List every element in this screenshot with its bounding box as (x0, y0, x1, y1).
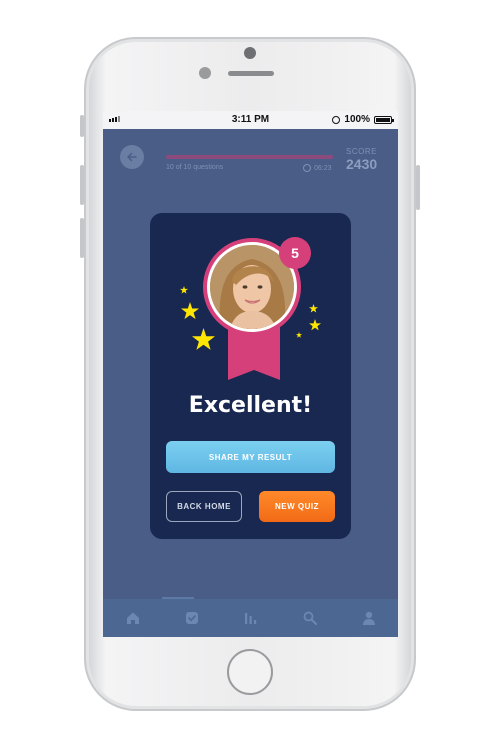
profile-icon (362, 611, 375, 625)
quiz-progress-fill (166, 155, 333, 159)
tab-stats[interactable] (221, 599, 280, 637)
share-result-button[interactable]: SHARE MY RESULT (166, 441, 335, 473)
arrow-left-icon (127, 152, 137, 162)
star-icon (296, 332, 302, 338)
tab-search[interactable] (280, 599, 339, 637)
star-icon (309, 319, 321, 331)
quiz-timer: 06:23 (303, 164, 332, 172)
score-value: 2430 (346, 156, 378, 172)
back-button[interactable] (120, 145, 144, 169)
power-button (416, 165, 420, 210)
battery-icon (374, 115, 394, 124)
tab-profile[interactable] (339, 599, 398, 637)
mute-switch (80, 115, 84, 137)
front-camera (199, 67, 211, 79)
quiz-progress-bar (166, 155, 333, 159)
status-right: 100% (332, 114, 394, 125)
volume-down-button (80, 218, 84, 258)
progress-text: 10 of 10 questions (166, 164, 224, 171)
earpiece-speaker (228, 71, 274, 76)
star-icon (309, 304, 318, 313)
timer-value: 06:23 (314, 164, 332, 172)
level-badge: 5 (279, 237, 311, 269)
home-icon (126, 612, 139, 624)
volume-up-button (80, 165, 84, 205)
result-title: Excellent! (188, 393, 313, 418)
search-icon (303, 611, 317, 625)
clock-icon (303, 164, 311, 172)
battery-percent: 100% (344, 114, 370, 125)
stats-icon (244, 613, 256, 624)
check-icon (185, 612, 198, 624)
star-icon (192, 328, 215, 350)
phone-home-button[interactable] (227, 649, 273, 695)
tab-bar (103, 599, 398, 637)
front-sensor (244, 47, 256, 59)
new-quiz-button[interactable]: NEW QUIZ (259, 491, 335, 522)
back-home-button[interactable]: BACK HOME (166, 491, 242, 522)
star-icon (180, 286, 188, 294)
tab-home[interactable] (103, 599, 162, 637)
status-bar: 3:11 PM 100% (103, 111, 398, 129)
star-icon (181, 302, 199, 320)
alarm-icon (332, 115, 341, 124)
tab-quizzes[interactable] (162, 599, 221, 637)
score-label: SCORE (346, 147, 377, 156)
